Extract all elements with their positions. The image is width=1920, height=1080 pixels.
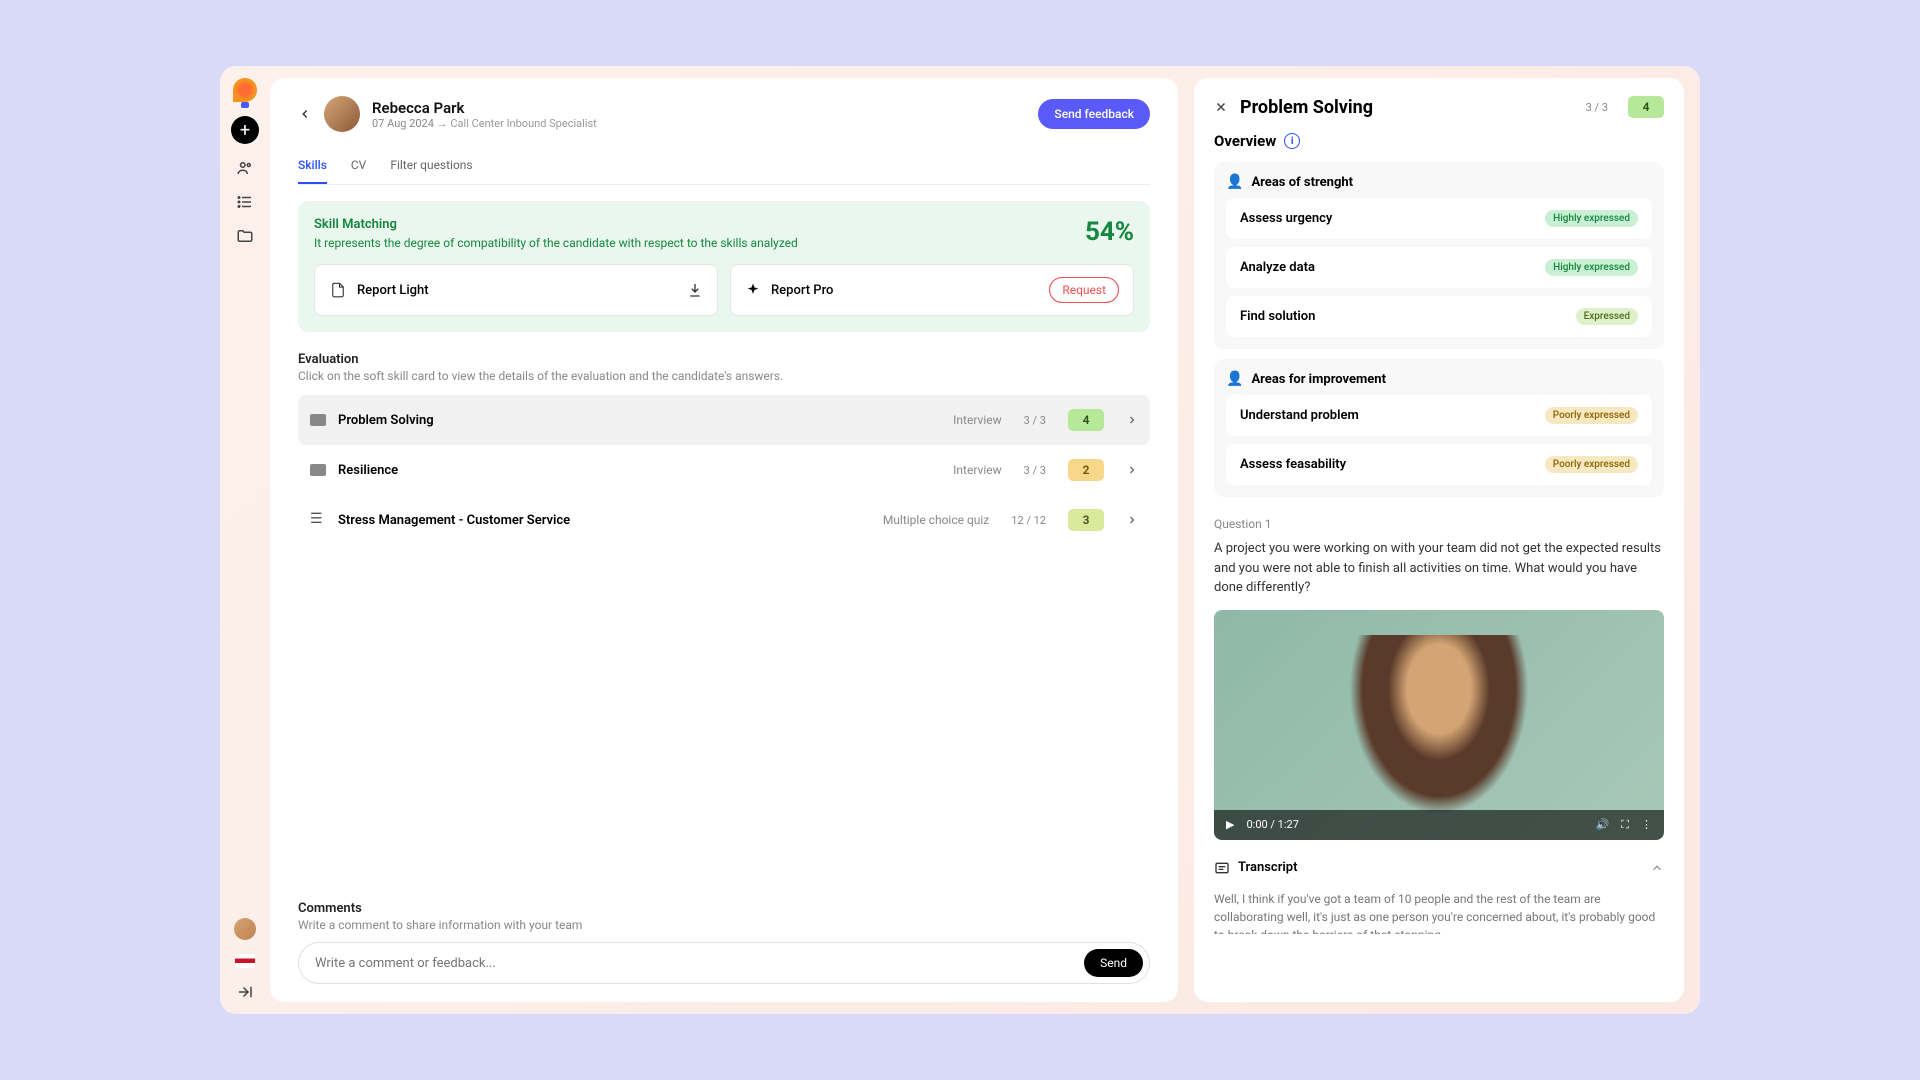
video-time: 0:00 / 1:27	[1246, 818, 1583, 831]
strength-icon: 👤	[1226, 174, 1243, 190]
expression-tag: Expressed	[1576, 308, 1638, 325]
send-feedback-button[interactable]: Send feedback	[1038, 99, 1150, 129]
volume-icon[interactable]: 🔊	[1596, 818, 1610, 831]
play-icon[interactable]: ▶	[1226, 818, 1234, 831]
app-shell: + Rebecca Park	[220, 66, 1700, 1014]
skill-row[interactable]: Stress Management - Customer Service Mul…	[298, 495, 1150, 545]
transcript-icon	[1214, 860, 1230, 876]
expression-tag: Highly expressed	[1545, 259, 1638, 276]
comments-desc: Write a comment to share information wit…	[298, 918, 1150, 932]
question-label: Question 1	[1214, 517, 1664, 531]
tab-skills[interactable]: Skills	[298, 148, 327, 184]
collapse-sidebar-icon[interactable]	[235, 982, 255, 1002]
evaluation-section: Evaluation Click on the soft skill card …	[298, 352, 1150, 545]
detail-title: Problem Solving	[1240, 97, 1574, 118]
folder-icon[interactable]	[235, 226, 255, 246]
skill-list: Problem Solving Interview 3 / 3 4 Resili…	[298, 395, 1150, 545]
transcript-toggle[interactable]: Transcript	[1214, 852, 1664, 884]
back-button[interactable]	[298, 107, 312, 121]
tab-filter[interactable]: Filter questions	[390, 148, 472, 184]
overview-header: Overview i	[1214, 132, 1664, 150]
question-text: A project you were working on with your …	[1214, 539, 1664, 598]
skill-match-title: Skill Matching	[314, 217, 798, 232]
area-item: Analyze data Highly expressed	[1226, 247, 1652, 288]
main-content: Rebecca Park 07 Aug 2024 → Call Center I…	[270, 66, 1700, 1014]
detail-score-badge: 4	[1628, 96, 1664, 118]
area-item: Find solution Expressed	[1226, 296, 1652, 337]
chevron-right-icon[interactable]	[1126, 464, 1138, 476]
chevron-up-icon	[1650, 861, 1664, 875]
area-item: Understand problem Poorly expressed	[1226, 395, 1652, 436]
comments-section: Comments Write a comment to share inform…	[298, 901, 1150, 984]
video-icon	[310, 414, 326, 426]
logo-icon	[233, 78, 257, 102]
chevron-right-icon[interactable]	[1126, 514, 1138, 526]
expression-tag: Poorly expressed	[1545, 456, 1638, 473]
report-light-button[interactable]: Report Light	[314, 264, 718, 316]
area-item: Assess urgency Highly expressed	[1226, 198, 1652, 239]
candidate-panel: Rebecca Park 07 Aug 2024 → Call Center I…	[270, 78, 1178, 1002]
send-button[interactable]: Send	[1084, 949, 1143, 977]
detail-header: Problem Solving 3 / 3 4	[1214, 96, 1664, 118]
comment-box: Send	[298, 942, 1150, 984]
add-button[interactable]: +	[231, 116, 259, 144]
skill-row[interactable]: Resilience Interview 3 / 3 2	[298, 445, 1150, 495]
language-flag-icon[interactable]	[235, 954, 255, 968]
download-icon	[687, 282, 703, 298]
skill-match-card: Skill Matching It represents the degree …	[298, 201, 1150, 332]
chevron-right-icon[interactable]	[1126, 414, 1138, 426]
close-icon[interactable]	[1214, 100, 1228, 114]
tab-cv[interactable]: CV	[351, 148, 366, 184]
evaluation-desc: Click on the soft skill card to view the…	[298, 369, 1150, 383]
fullscreen-icon[interactable]: ⛶	[1621, 818, 1629, 832]
expression-tag: Highly expressed	[1545, 210, 1638, 227]
list-icon[interactable]	[235, 192, 255, 212]
candidate-header: Rebecca Park 07 Aug 2024 → Call Center I…	[298, 96, 1150, 132]
candidate-name: Rebecca Park	[372, 99, 597, 117]
score-badge: 4	[1068, 409, 1104, 431]
sparkle-icon	[745, 282, 761, 298]
more-icon[interactable]: ⋮	[1641, 818, 1652, 831]
quiz-icon	[310, 514, 326, 526]
skill-row[interactable]: Problem Solving Interview 3 / 3 4	[298, 395, 1150, 445]
score-badge: 3	[1068, 509, 1104, 531]
score-badge: 2	[1068, 459, 1104, 481]
video-icon	[310, 464, 326, 476]
improvement-icon: 👤	[1226, 371, 1243, 387]
info-icon[interactable]: i	[1284, 133, 1300, 149]
expression-tag: Poorly expressed	[1545, 407, 1638, 424]
report-pro-button[interactable]: Report Pro Request	[730, 264, 1134, 316]
candidate-meta: 07 Aug 2024 → Call Center Inbound Specia…	[372, 117, 597, 130]
comments-title: Comments	[298, 901, 1150, 916]
transcript-text: Well, I think if you've got a team of 10…	[1214, 890, 1664, 934]
skill-match-desc: It represents the degree of compatibilit…	[314, 236, 798, 250]
evaluation-title: Evaluation	[298, 352, 1150, 367]
candidate-avatar	[324, 96, 360, 132]
video-thumbnail	[1349, 635, 1529, 815]
comment-input[interactable]	[315, 956, 1084, 971]
candidates-icon[interactable]	[235, 158, 255, 178]
video-controls: ▶ 0:00 / 1:27 🔊 ⛶ ⋮	[1214, 810, 1664, 840]
request-button[interactable]: Request	[1049, 277, 1119, 303]
sidebar: +	[220, 66, 270, 1014]
strengths-block: 👤 Areas of strenght Assess urgency Highl…	[1214, 162, 1664, 349]
user-avatar-icon[interactable]	[234, 918, 256, 940]
detail-panel: Problem Solving 3 / 3 4 Overview i 👤 Are…	[1194, 78, 1684, 1002]
tabs: Skills CV Filter questions	[298, 148, 1150, 185]
video-player[interactable]: ▶ 0:00 / 1:27 🔊 ⛶ ⋮	[1214, 610, 1664, 840]
detail-count: 3 / 3	[1586, 101, 1608, 114]
skill-match-percent: 54%	[1085, 217, 1134, 247]
area-item: Assess feasability Poorly expressed	[1226, 444, 1652, 485]
pdf-icon	[329, 281, 347, 299]
improvements-block: 👤 Areas for improvement Understand probl…	[1214, 359, 1664, 497]
